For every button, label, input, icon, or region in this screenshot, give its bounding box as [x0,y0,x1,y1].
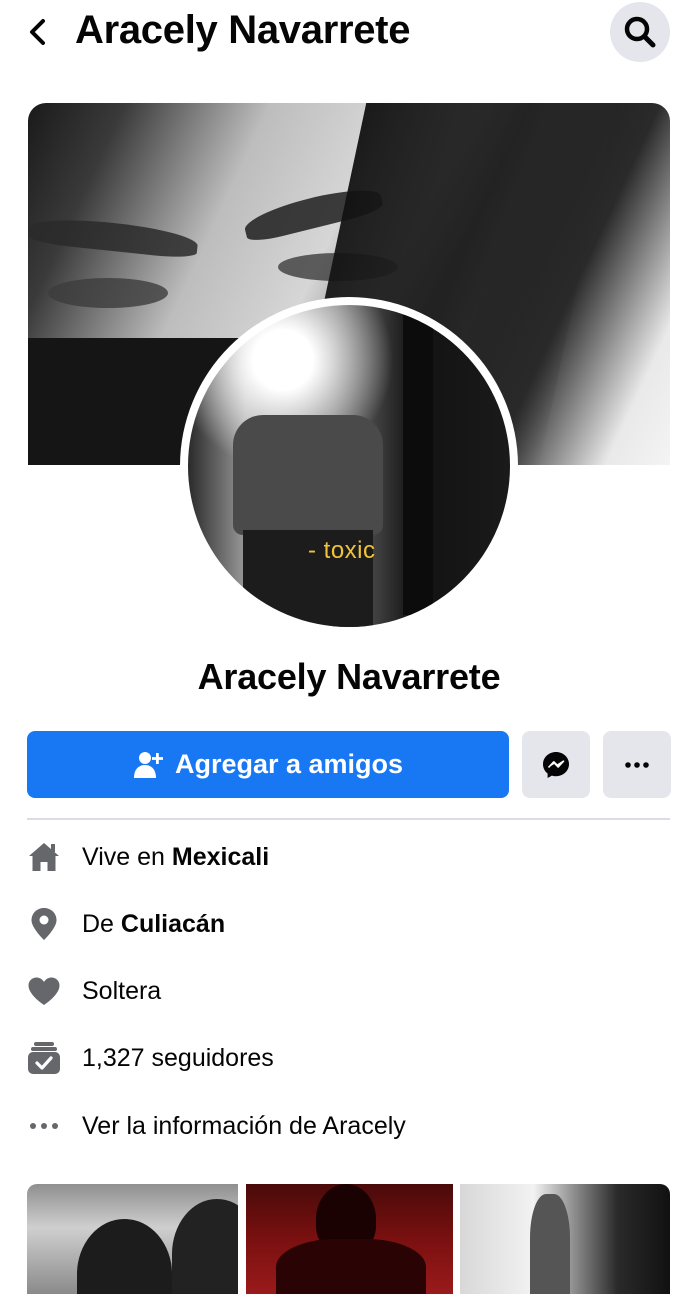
info-followers[interactable]: 1,327 seguidores [27,1038,670,1078]
add-friend-button[interactable]: Agregar a amigos [27,731,509,798]
from-prefix: De [82,909,121,938]
info-relationship[interactable]: Soltera [27,971,670,1011]
lives-prefix: Vive en [82,842,172,871]
add-friend-icon [133,751,163,778]
search-button[interactable] [610,2,670,62]
top-bar: Aracely Navarrete [0,0,698,70]
divider [27,818,670,820]
info-lives-in[interactable]: Vive en Mexicali [27,837,670,877]
info-see-more[interactable]: Ver la información de Aracely [27,1106,670,1146]
profile-name: Aracely Navarrete [197,656,501,697]
from-place: Culiacán [120,909,226,938]
messenger-button[interactable] [522,731,590,798]
info-from[interactable]: De Culiacán [27,904,670,944]
photo-thumbnail[interactable] [27,1184,238,1294]
search-icon [624,16,656,48]
lives-place: Mexicali [171,842,270,871]
chevron-left-icon [30,19,45,45]
more-options-button[interactable] [603,731,671,798]
profile-avatar[interactable]: - toxic [188,305,510,627]
relationship-text: Soltera [82,976,162,1005]
photo-thumbnail[interactable] [246,1184,453,1294]
more-dots-icon [625,761,649,768]
add-friend-label: Agregar a amigos [174,749,404,779]
see-info-text: Ver la información de Aracely [82,1111,406,1140]
back-button[interactable] [20,14,56,50]
page-title: Aracely Navarrete [75,8,411,52]
heart-icon [28,977,60,1005]
followers-text: 1,327 seguidores [82,1043,274,1072]
photo-thumbnail[interactable] [460,1184,670,1294]
location-pin-icon [31,908,57,940]
home-icon [29,843,59,871]
avatar-caption: - toxic [308,537,376,564]
messenger-icon [543,751,569,778]
more-dots-icon [30,1123,58,1129]
followers-icon [28,1042,60,1074]
